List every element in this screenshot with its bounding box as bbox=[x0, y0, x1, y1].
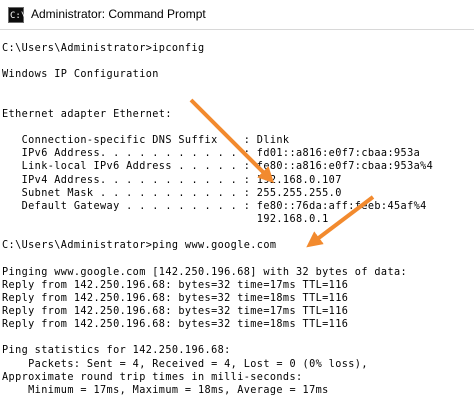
console-output[interactable]: C:\Users\Administrator>ipconfig Windows I… bbox=[0, 30, 474, 420]
console-line: Link-local IPv6 Address . . . . . : fe80… bbox=[2, 161, 434, 173]
console-line: IPv4 Address. . . . . . . . . . . : 192.… bbox=[2, 174, 342, 186]
console-line: Default Gateway . . . . . . . . . : fe80… bbox=[2, 200, 427, 212]
console-line: Ethernet adapter Ethernet: bbox=[2, 108, 172, 120]
console-line: Pinging www.google.com [142.250.196.68] … bbox=[2, 266, 408, 278]
title-bar: C:\ Administrator: Command Prompt bbox=[0, 0, 474, 30]
console-line: C:\Users\Administrator>ping www.google.c… bbox=[2, 240, 277, 252]
console-line: Reply from 142.250.196.68: bytes=32 time… bbox=[2, 319, 349, 331]
console-line: Reply from 142.250.196.68: bytes=32 time… bbox=[2, 279, 349, 291]
console-line: Ping statistics for 142.250.196.68: bbox=[2, 345, 231, 357]
console-line: Connection-specific DNS Suffix . : Dlink bbox=[2, 135, 290, 147]
console-line: Windows IP Configuration bbox=[2, 69, 159, 81]
console-line: Minimum = 17ms, Maximum = 18ms, Average … bbox=[2, 384, 329, 396]
console-line: Reply from 142.250.196.68: bytes=32 time… bbox=[2, 306, 349, 317]
console-line: IPv6 Address. . . . . . . . . . . : fd01… bbox=[2, 148, 421, 160]
command-prompt-icon: C:\ bbox=[8, 7, 26, 23]
window-title: Administrator: Command Prompt bbox=[31, 7, 206, 21]
console-line: Reply from 142.250.196.68: bytes=32 time… bbox=[2, 292, 349, 304]
console-line: Approximate round trip times in milli-se… bbox=[2, 371, 303, 383]
console-line: Subnet Mask . . . . . . . . . . . : 255.… bbox=[2, 187, 342, 199]
console-line: C:\Users\Administrator>ipconfig bbox=[2, 43, 205, 54]
console-line: Packets: Sent = 4, Received = 4, Lost = … bbox=[2, 358, 368, 370]
console-line: 192.168.0.1 bbox=[2, 213, 329, 225]
